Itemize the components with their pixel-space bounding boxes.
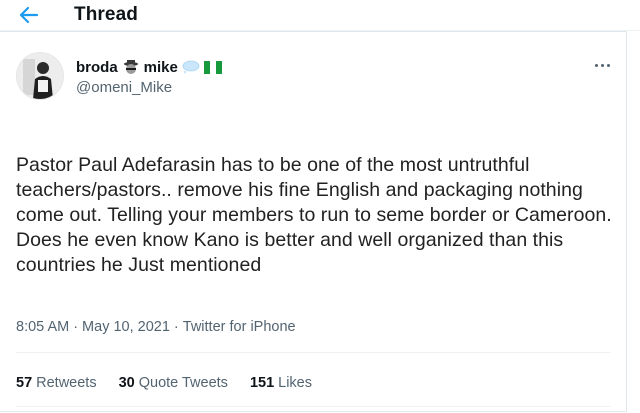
dot-icon	[600, 63, 604, 67]
author-name-row[interactable]: broda mike	[76, 57, 222, 77]
retweets-count: 57	[16, 375, 33, 391]
thread-header: Thread	[0, 0, 640, 31]
retweets-stat[interactable]: 57 Retweets	[16, 375, 97, 391]
avatar-image	[17, 53, 63, 99]
author-handle[interactable]: @omeni_Mike	[76, 79, 222, 96]
tweet-card: broda mike @omeni_Mike Pastor Paul Adefa…	[0, 31, 627, 412]
more-options-button[interactable]	[590, 58, 614, 72]
nigeria-flag-icon	[203, 60, 222, 74]
display-name-part2: mike	[143, 58, 178, 76]
avatar[interactable]	[16, 52, 64, 100]
quote-tweets-stat[interactable]: 30 Quote Tweets	[119, 375, 228, 391]
speech-balloon-icon	[182, 60, 200, 74]
quotes-count: 30	[118, 375, 135, 391]
display-name-part1: broda	[76, 58, 118, 76]
tweet-source[interactable]: Twitter for iPhone	[183, 319, 296, 335]
spy-face-icon	[123, 60, 138, 74]
tweet-date[interactable]: May 10, 2021	[82, 319, 170, 335]
back-button[interactable]	[14, 2, 44, 28]
likes-label: Likes	[278, 375, 312, 391]
likes-count: 151	[249, 375, 275, 391]
arrow-left-icon	[19, 6, 39, 24]
divider	[16, 406, 611, 407]
tweet-meta: 8:05 AM · May 10, 2021 · Twitter for iPh…	[16, 319, 296, 335]
page-title: Thread	[74, 4, 138, 25]
quotes-label: Quote Tweets	[138, 375, 228, 391]
dot-icon	[594, 63, 598, 67]
likes-stat[interactable]: 151 Likes	[250, 375, 312, 391]
author-block: broda mike @omeni_Mike	[76, 57, 222, 96]
divider	[16, 352, 611, 353]
meta-separator: ·	[73, 319, 79, 335]
tweet-text: Pastor Paul Adefarasin has to be one of …	[16, 154, 612, 276]
meta-separator: ·	[173, 319, 179, 335]
tweet-stats: 57 Retweets 30 Quote Tweets 151 Likes	[16, 375, 312, 391]
retweets-label: Retweets	[36, 375, 97, 391]
tweet-time[interactable]: 8:05 AM	[16, 319, 69, 335]
dot-icon	[606, 63, 610, 67]
